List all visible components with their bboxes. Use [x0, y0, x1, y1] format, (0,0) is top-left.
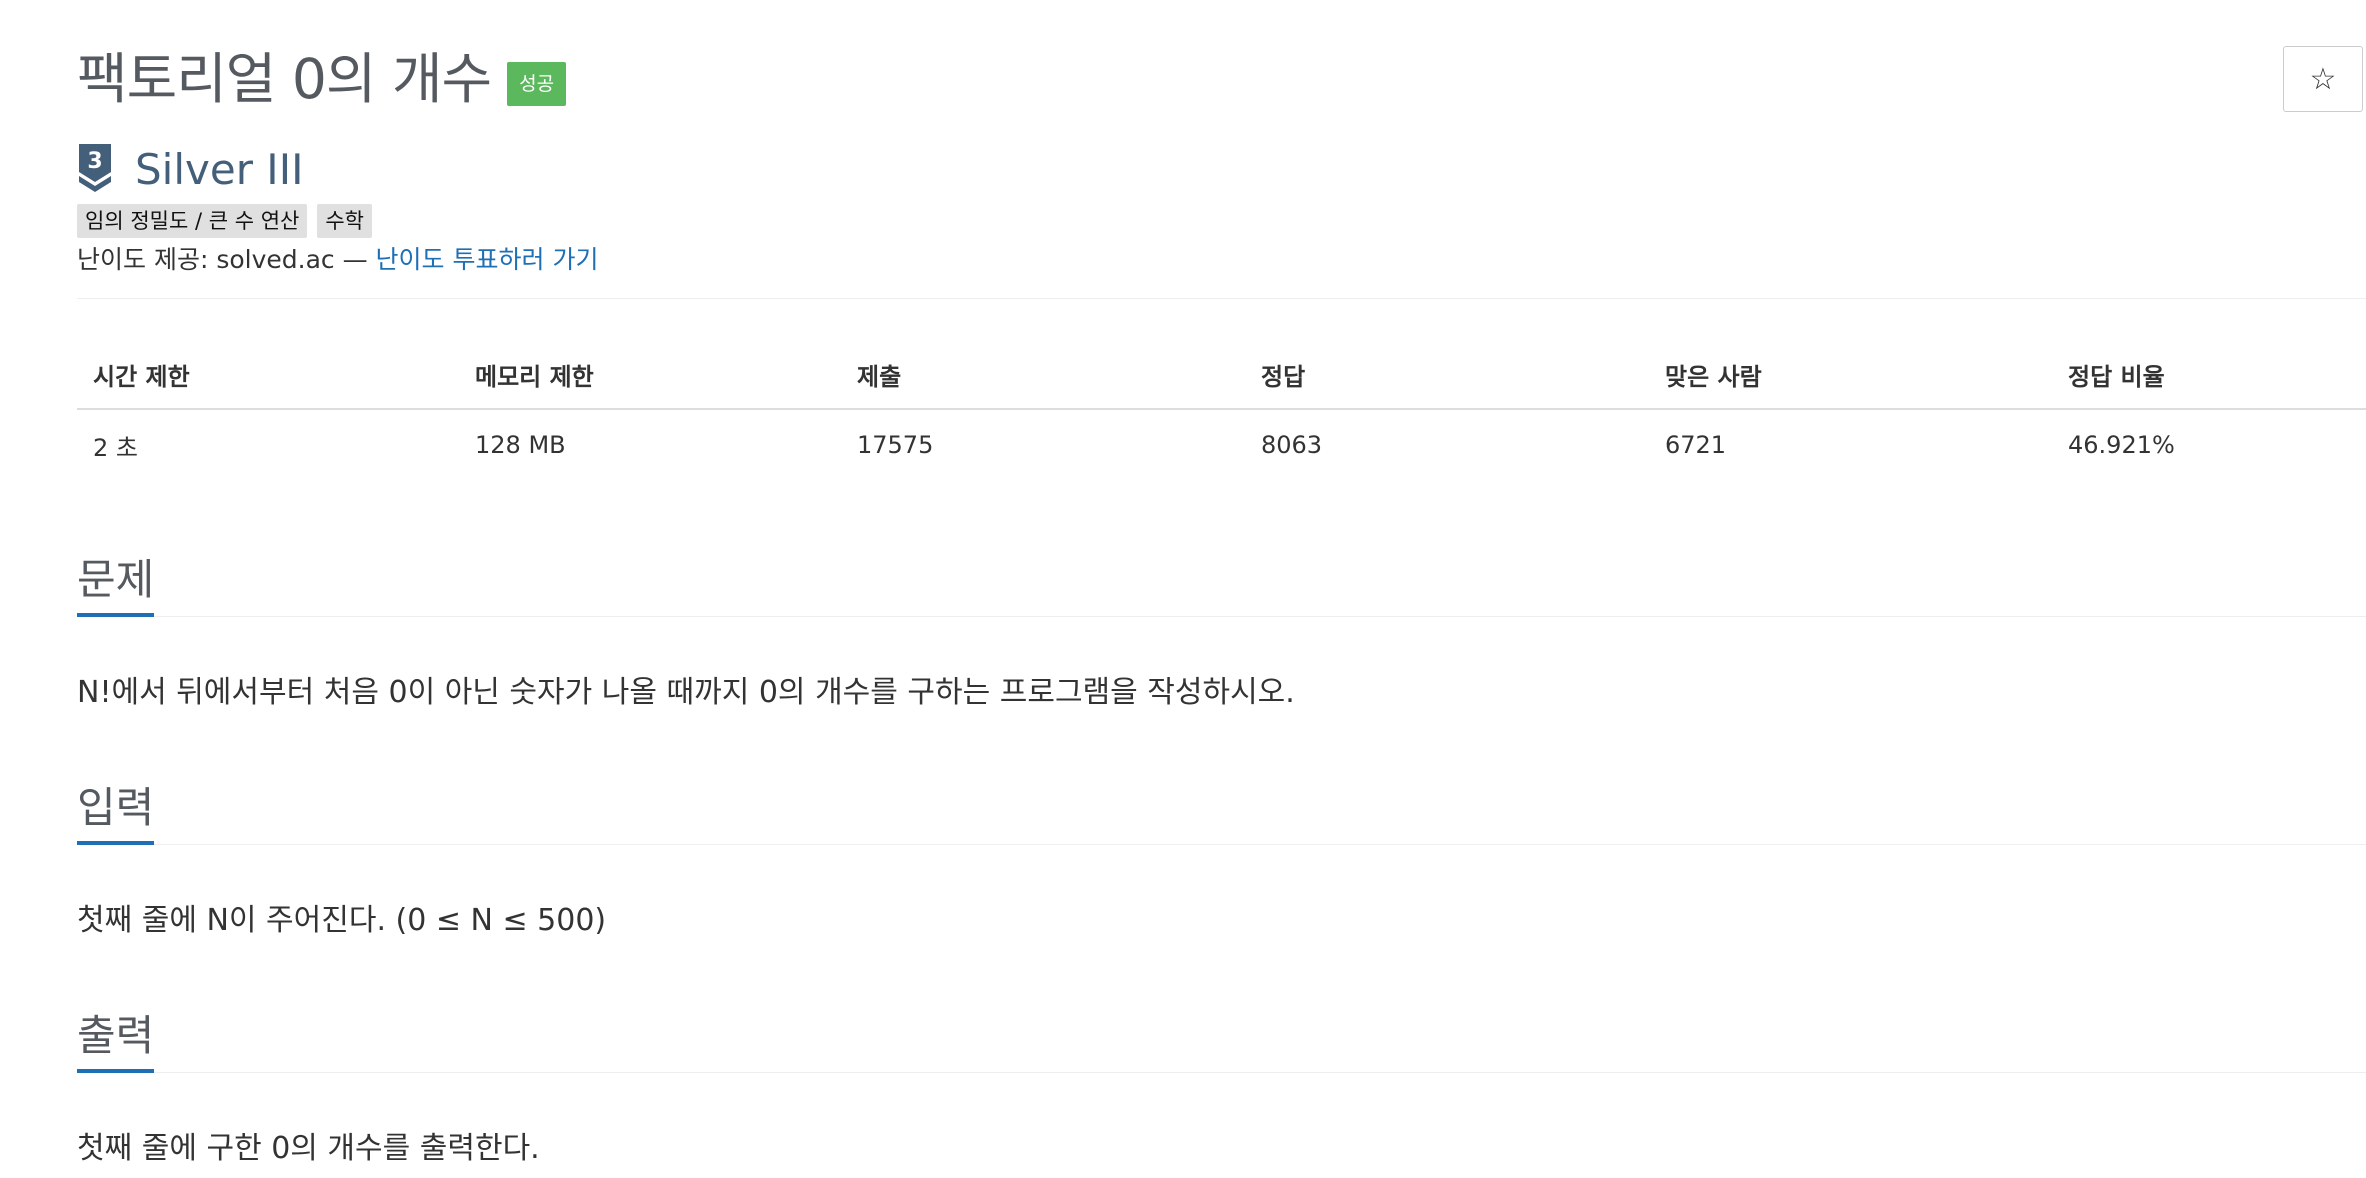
accept-ratio-value: 46.921%: [2068, 431, 2175, 459]
submissions-value[interactable]: 17575: [841, 409, 1245, 480]
tier-row: 3 Silver III: [77, 140, 303, 200]
tier-name[interactable]: Silver III: [135, 140, 303, 200]
accepted-value: 8063: [1261, 431, 1323, 459]
solved-users-value[interactable]: 6721: [1649, 409, 2052, 480]
table-row: 2 초 128 MB 17575 8063 6721 46.921%: [77, 409, 2366, 480]
problem-title: 팩토리얼 0의 개수: [77, 47, 492, 111]
section-heading: 문제: [77, 546, 2366, 617]
tier-level: 3: [87, 149, 102, 174]
header-accept-ratio: 정답 비율: [2052, 340, 2366, 410]
section-input: 입력 첫째 줄에 N이 주어진다. (0 ≤ N ≤ 500): [77, 774, 2366, 938]
section-title-problem: 문제: [77, 549, 155, 617]
time-limit-value: 2 초: [93, 433, 138, 462]
header-accepted: 정답: [1245, 340, 1649, 410]
result-badge: 성공: [507, 62, 567, 106]
section-heading: 출력: [77, 1002, 2366, 1073]
tag-math[interactable]: 수학: [317, 204, 372, 238]
problem-page: 팩토리얼 0의 개수 성공 ☆ 3 Silver III 임의 정밀도 / 큰 …: [77, 0, 2366, 1178]
section-title-input: 입력: [77, 777, 155, 845]
difficulty-source: 난이도 제공: solved.ac — 난이도 투표하러 가기: [77, 242, 598, 278]
star-icon: ☆: [2309, 61, 2337, 97]
problem-info-table: 시간 제한 메모리 제한 제출 정답 맞은 사람 정답 비율 2 초 128 M…: [77, 340, 2366, 480]
difficulty-source-text: 난이도 제공: solved.ac —: [77, 245, 376, 274]
header-memory-limit: 메모리 제한: [459, 340, 841, 410]
output-description: 첫째 줄에 구한 0의 개수를 출력한다.: [77, 1131, 540, 1166]
header-solved-users: 맞은 사람: [1649, 340, 2052, 410]
tag-arbitrary-precision[interactable]: 임의 정밀도 / 큰 수 연산: [77, 204, 308, 238]
algorithm-tags: 임의 정밀도 / 큰 수 연산 수학: [77, 204, 372, 238]
title-row: 팩토리얼 0의 개수 성공: [77, 44, 567, 114]
header-time-limit: 시간 제한: [77, 340, 459, 410]
section-title-output: 출력: [77, 1005, 155, 1073]
section-problem: 문제 N!에서 뒤에서부터 처음 0이 아닌 숫자가 나올 때까지 0의 개수를…: [77, 546, 2366, 710]
section-output: 출력 첫째 줄에 구한 0의 개수를 출력한다.: [77, 1002, 2366, 1166]
section-heading: 입력: [77, 774, 2366, 845]
header-submissions: 제출: [841, 340, 1245, 410]
divider: [77, 298, 2366, 299]
tier-badge-icon: 3: [79, 144, 111, 192]
difficulty-vote-link[interactable]: 난이도 투표하러 가기: [376, 245, 599, 274]
favorite-star-button[interactable]: ☆: [2283, 46, 2363, 112]
memory-limit-value: 128 MB: [475, 431, 566, 459]
table-header-row: 시간 제한 메모리 제한 제출 정답 맞은 사람 정답 비율: [77, 340, 2366, 410]
input-description: 첫째 줄에 N이 주어진다. (0 ≤ N ≤ 500): [77, 903, 607, 938]
problem-description: N!에서 뒤에서부터 처음 0이 아닌 숫자가 나올 때까지 0의 개수를 구하…: [77, 675, 1295, 710]
